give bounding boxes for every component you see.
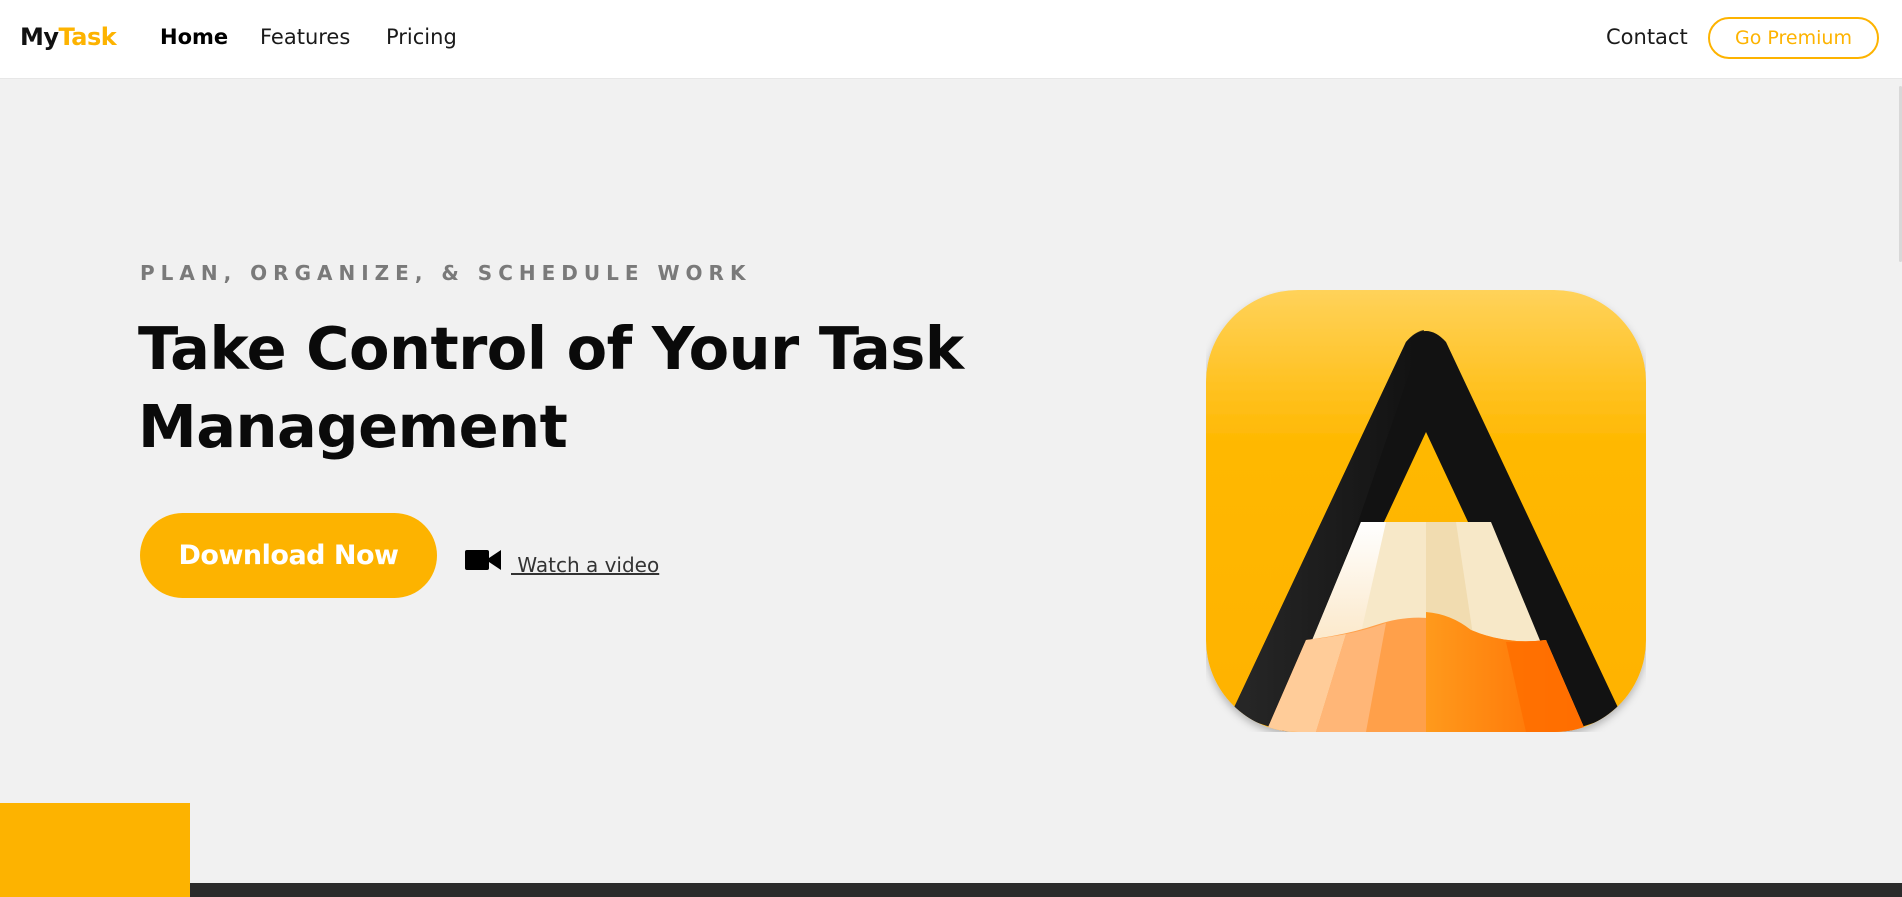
- decorative-dark-strip: [190, 883, 1902, 897]
- logo[interactable]: MyTask: [20, 22, 117, 52]
- nav-link-pricing[interactable]: Pricing: [386, 24, 457, 50]
- pencil-app-icon: [1206, 290, 1646, 732]
- hero-title: Take Control of Your Task Management: [138, 314, 964, 461]
- nav-link-home[interactable]: Home: [160, 24, 228, 50]
- watch-video-link[interactable]: Watch a video: [465, 543, 659, 577]
- top-navbar: MyTask Home Features Pricing Contact Go …: [0, 0, 1902, 78]
- decorative-yellow-block: [0, 803, 190, 897]
- logo-part-my: My: [20, 23, 59, 51]
- nav-link-features[interactable]: Features: [260, 24, 350, 50]
- video-camera-icon: [465, 550, 501, 570]
- go-premium-button[interactable]: Go Premium: [1708, 17, 1879, 59]
- hero-eyebrow: PLAN, ORGANIZE, & SCHEDULE WORK: [140, 261, 752, 285]
- logo-part-task: Task: [58, 23, 117, 51]
- watch-video-label: Watch a video: [511, 553, 660, 577]
- nav-link-contact[interactable]: Contact: [1606, 24, 1688, 50]
- download-now-button[interactable]: Download Now: [140, 513, 437, 598]
